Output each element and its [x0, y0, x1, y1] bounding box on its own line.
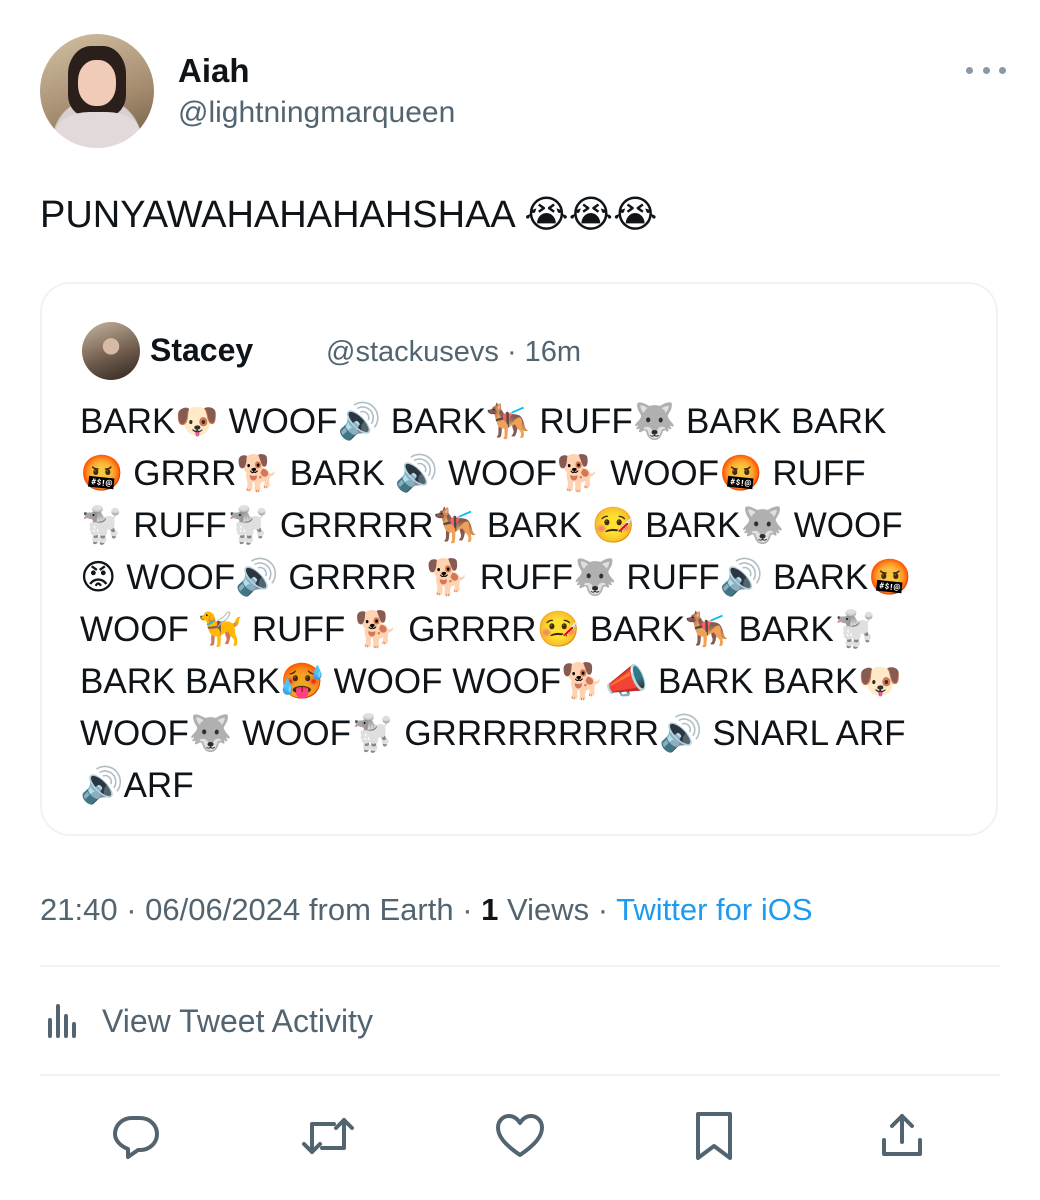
retweet-icon[interactable]: [298, 1106, 358, 1166]
author-handle[interactable]: @lightningmarqueen: [178, 96, 455, 130]
bookmark-icon[interactable]: [684, 1106, 744, 1166]
view-tweet-activity-button[interactable]: View Tweet Activity: [40, 996, 373, 1046]
tweet-source-link[interactable]: Twitter for iOS: [616, 892, 812, 927]
quoted-text-line: BARK🐶 WOOF🔊 BARK🐕‍🦺 RUFF🐺 BARK BARK: [80, 402, 887, 441]
quoted-author-avatar: [82, 322, 140, 380]
more-horizontal-icon[interactable]: [966, 60, 1006, 80]
author-avatar[interactable]: [40, 34, 154, 148]
tweet-datetime: 21:40 · 06/06/2024 from Earth ·: [40, 892, 482, 927]
quoted-author-handle-time: @stackusevs · 16m: [326, 336, 582, 368]
quoted-text-line: WOOF 🦮 RUFF 🐕 GRRRR🤒 BARK🐕‍🦺 BARK🐩: [80, 610, 878, 649]
author-name[interactable]: Aiah: [178, 52, 250, 90]
quoted-text-line: 🤬 GRRR🐕 BARK 🔊 WOOF🐕 WOOF🤬 RUFF: [80, 454, 866, 493]
reply-icon[interactable]: [106, 1106, 166, 1166]
view-tweet-activity-label: View Tweet Activity: [102, 1002, 373, 1039]
quoted-text-line: BARK BARK🥵 WOOF WOOF🐕📣 BARK BARK🐶: [80, 662, 902, 701]
quoted-text-line: 🔊ARF: [80, 766, 194, 805]
quoted-author-name: Stacey: [150, 332, 254, 368]
quoted-tweet[interactable]: Stacey @stackusevs · 16m BARK🐶 WOOF🔊 BAR…: [40, 282, 998, 836]
quoted-text-line: 😡 WOOF🔊 GRRRR 🐕 RUFF🐺 RUFF🔊 BARK🤬: [80, 558, 912, 597]
views-count: 1: [481, 892, 499, 927]
views-label: Views ·: [498, 892, 617, 927]
quoted-tweet-text: BARK🐶 WOOF🔊 BARK🐕‍🦺 RUFF🐺 BARK BARK 🤬 GR…: [80, 396, 960, 812]
tweet-text: PUNYAWAHAHAHAHSHAA 😭😭😭: [40, 194, 658, 236]
quoted-text-line: 🐩 RUFF🐩 GRRRRR🐕‍🦺 BARK 🤒 BARK🐺 WOOF: [80, 506, 903, 545]
divider: [40, 965, 1000, 967]
bar-chart-icon: [40, 998, 82, 1045]
share-icon[interactable]: [872, 1106, 932, 1166]
divider: [40, 1074, 1000, 1076]
quoted-text-line: WOOF🐺 WOOF🐩 GRRRRRRRRR🔊 SNARL ARF: [80, 714, 906, 753]
tweet-meta: 21:40 · 06/06/2024 from Earth · 1 Views …: [40, 892, 813, 928]
heart-icon[interactable]: [490, 1106, 550, 1166]
